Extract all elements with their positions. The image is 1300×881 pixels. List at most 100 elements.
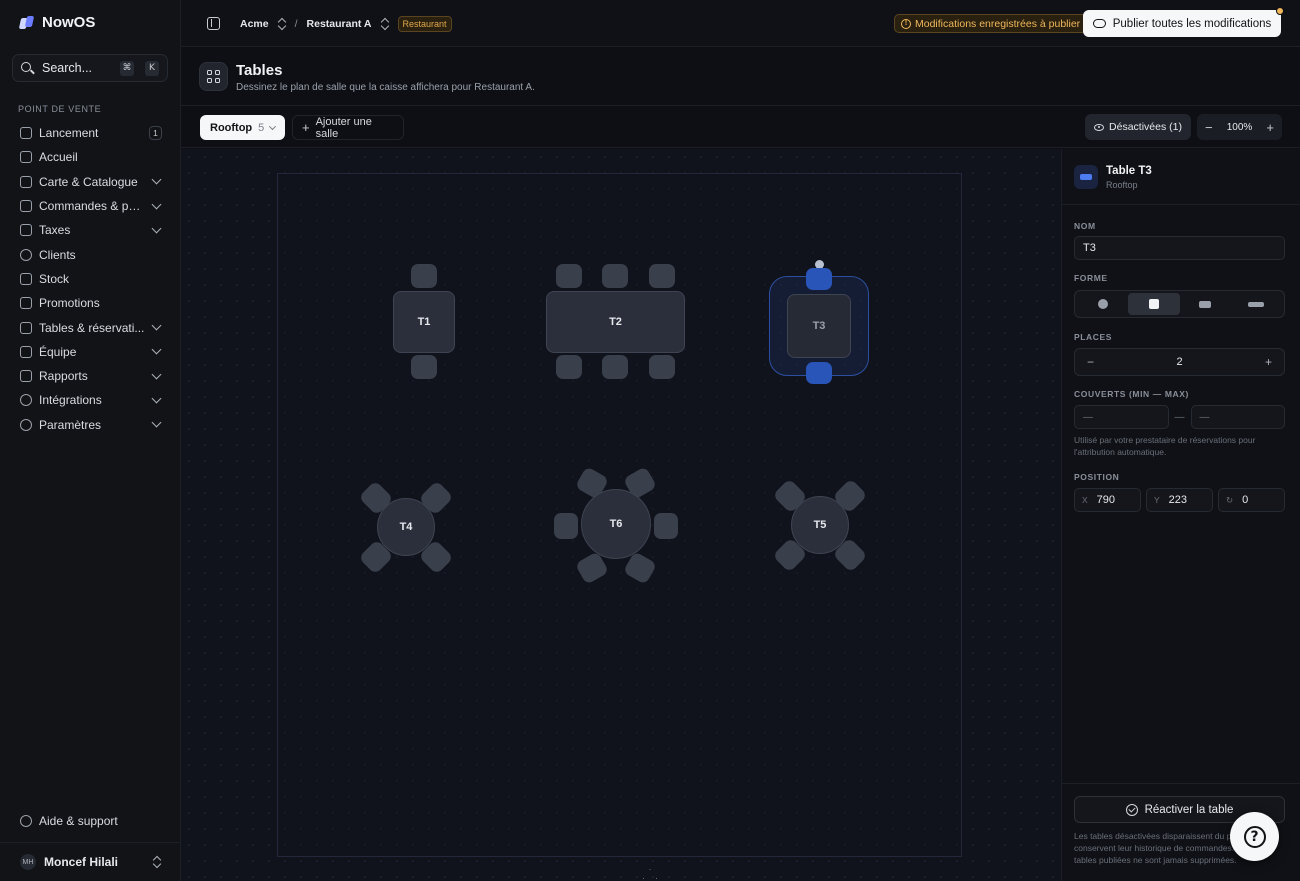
table-label: T5 [813,519,827,531]
table-t6[interactable]: T6 [581,489,651,559]
topbar: Acme / Restaurant A Restaurant ! Modific… [181,0,1300,47]
sidebar-item-rapports[interactable]: Rapports [12,364,170,388]
table-label: T3 [812,320,826,332]
sidebar-item-label: Accueil [39,150,78,165]
long-rectangle-shape-icon [1248,301,1265,307]
square-shape-icon [1148,299,1159,309]
user-menu[interactable]: MH Moncef Hilali [0,842,181,881]
cloud-upload-icon [1092,19,1106,28]
properties-header: Table T3 Rooftop [1062,149,1300,205]
room-tab-rooftop[interactable]: Rooftop 5 [200,115,285,140]
zoom-out-button[interactable]: − [1205,120,1213,135]
sidebar-item-equipe[interactable]: Équipe [12,340,170,364]
y-value: 223 [1168,494,1188,506]
table-t5[interactable]: T5 [791,496,849,554]
alert-circle-icon: ! [901,18,911,29]
table-name-value: T3 [1083,242,1096,254]
chair [806,268,832,290]
sidebar-item-label: Équipe [39,344,77,359]
chart-icon [20,370,32,383]
sidebar-nav: Lancement 1 Accueil Carte & Catalogue Co… [12,121,170,437]
breadcrumb-org[interactable]: Acme [240,18,269,30]
rotation-input[interactable]: ↻ 0 [1218,488,1285,512]
seats-decrement-button[interactable]: − [1087,355,1094,369]
table-t3[interactable]: T3 [787,294,851,358]
table-t2[interactable]: T2 [546,291,685,353]
shape-option-round[interactable] [1077,293,1128,315]
users-icon [20,248,32,261]
shape-option-square[interactable] [1128,293,1180,315]
chevrons-up-down-icon[interactable] [278,18,286,30]
position-y-input[interactable]: Y 223 [1146,488,1213,512]
position-fields: X 790 Y 223 ↻ 0 [1074,488,1285,512]
sidebar-item-parametres[interactable]: Paramètres [12,413,170,437]
table-icon [1074,165,1098,189]
covers-min-input[interactable]: — [1074,405,1169,429]
shape-option-long[interactable] [1231,293,1282,315]
publish-all-button[interactable]: Publier toutes les modifications [1083,7,1284,37]
covers-max-input[interactable]: — [1190,405,1285,429]
search-input[interactable]: Search... ⌘ K [12,54,168,82]
sidebar-item-label: Commandes & pai... [39,199,146,214]
gear-icon [20,418,32,431]
chair [649,355,675,379]
seats-increment-button[interactable]: + [1265,355,1272,369]
sidebar-item-label: Rapports [39,369,88,384]
show-disabled-button[interactable]: Désactivées (1) [1085,114,1191,140]
chair [602,264,628,288]
room-name: Rooftop [210,121,253,134]
shape-option-rectangle[interactable] [1180,293,1231,315]
sidebar-item-tables-reservations[interactable]: Tables & réservati... [12,315,170,339]
user-name: Moncef Hilali [44,855,119,869]
properties-title: Table T3 [1106,165,1152,177]
chevron-down-icon [151,417,162,428]
tables-icon [20,321,32,334]
table-name-input[interactable]: T3 [1074,236,1285,260]
sidebar-item-taxes[interactable]: Taxes [12,218,170,242]
name-label: NOM [1074,221,1096,231]
rotation-icon: ↻ [1226,494,1234,505]
search-placeholder: Search... [42,61,93,75]
position-x-input[interactable]: X 790 [1074,488,1141,512]
sidebar-item-clients[interactable]: Clients [12,242,170,266]
breadcrumb-separator: / [294,18,298,30]
sidebar-item-integrations[interactable]: Intégrations [12,388,170,412]
chevrons-up-down-icon[interactable] [381,18,389,30]
check-circle-icon [1125,803,1138,816]
box-icon [20,272,32,285]
y-label: Y [1154,495,1160,505]
sidebar-item-carte-catalogue[interactable]: Carte & Catalogue [12,170,170,194]
count-badge: 1 [149,126,162,141]
sidebar-item-accueil[interactable]: Accueil [12,145,170,169]
gift-icon [20,297,32,310]
help-chat-button[interactable]: ? [1230,812,1279,861]
chair [806,362,832,384]
floor-plan-canvas[interactable]: T1 T2 T3 T4 T6 T5 [181,149,1061,881]
circle-shape-icon [1097,299,1108,309]
table-label: T2 [609,316,622,328]
zoom-in-button[interactable]: + [1266,120,1274,135]
pending-changes-badge[interactable]: ! Modifications enregistrées à publier [894,14,1088,33]
sidebar-item-lancement[interactable]: Lancement 1 [12,121,170,145]
shortcut-key-cmd: ⌘ [120,60,134,76]
pending-changes-label: Modifications enregistrées à publier [915,17,1081,30]
help-support-link[interactable]: Aide & support [20,814,118,828]
shortcut-key-k: K [145,60,159,76]
sidebar-item-commandes[interactable]: Commandes & pai... [12,194,170,218]
add-room-button[interactable]: + Ajouter une salle [292,115,404,140]
rectangle-shape-icon [1199,300,1212,308]
publish-all-label: Publier toutes les modifications [1112,17,1272,30]
page-header: Tables Dessinez le plan de salle que la … [181,48,1300,106]
page-subtitle: Dessinez le plan de salle que la caisse … [236,82,535,93]
sidebar-toggle-icon[interactable] [207,17,220,30]
table-label: T4 [399,521,413,533]
breadcrumb-location[interactable]: Restaurant A [307,18,372,30]
sidebar-item-label: Paramètres [39,417,102,432]
brand[interactable]: NowOS [20,14,95,31]
covers-hint: Utilisé par votre prestataire de réserva… [1074,435,1256,457]
table-t1[interactable]: T1 [393,291,455,353]
page-title: Tables [236,62,283,79]
sidebar-item-promotions[interactable]: Promotions [12,291,170,315]
table-t4[interactable]: T4 [377,498,435,556]
sidebar-item-stock[interactable]: Stock [12,267,170,291]
